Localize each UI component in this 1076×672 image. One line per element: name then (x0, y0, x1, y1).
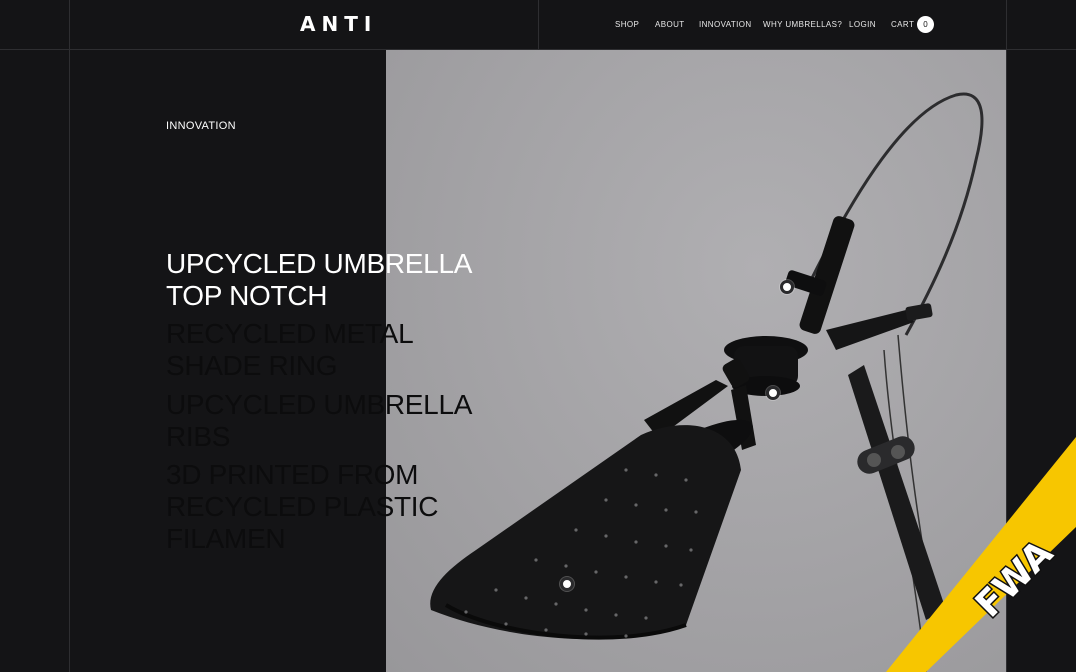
grid-divider (538, 0, 539, 50)
hotspot-top-notch[interactable] (780, 280, 794, 294)
nav-why-umbrellas[interactable]: WHY UMBRELLAS? (763, 20, 842, 29)
grid-divider (69, 50, 70, 672)
nav-login[interactable]: LOGIN (849, 20, 876, 29)
nav-shop[interactable]: SHOP (615, 20, 639, 29)
section-label: INNOVATION (166, 120, 236, 132)
right-margin-panel (1006, 50, 1076, 672)
top-navigation-bar: ANTI SHOP ABOUT INNOVATION WHY UMBRELLAS… (0, 0, 1076, 50)
feature-3d-printed-filament[interactable]: 3D PRINTED FROM RECYCLED PLASTIC FILAMEN (166, 459, 438, 555)
grid-divider (1006, 50, 1007, 672)
nav-about[interactable]: ABOUT (655, 20, 685, 29)
nav-cart[interactable]: CART (891, 20, 914, 29)
feature-upcycled-ribs[interactable]: UPCYCLED UMBRELLA RIBS (166, 389, 472, 453)
nav-innovation[interactable]: INNOVATION (699, 20, 752, 29)
hotspot-filament-shade[interactable] (560, 577, 574, 591)
grid-divider (1006, 0, 1007, 50)
feature-upcycled-top-notch[interactable]: UPCYCLED UMBRELLA TOP NOTCH (166, 248, 472, 312)
hotspot-shade-ring[interactable] (766, 386, 780, 400)
cart-count-badge[interactable]: 0 (917, 16, 934, 33)
feature-recycled-shade-ring[interactable]: RECYCLED METAL SHADE RING (166, 318, 414, 382)
grid-divider (69, 0, 70, 50)
lamp-product-photo (386, 50, 1006, 672)
lamp-illustration (430, 92, 984, 672)
logo[interactable]: ANTI (300, 12, 377, 36)
